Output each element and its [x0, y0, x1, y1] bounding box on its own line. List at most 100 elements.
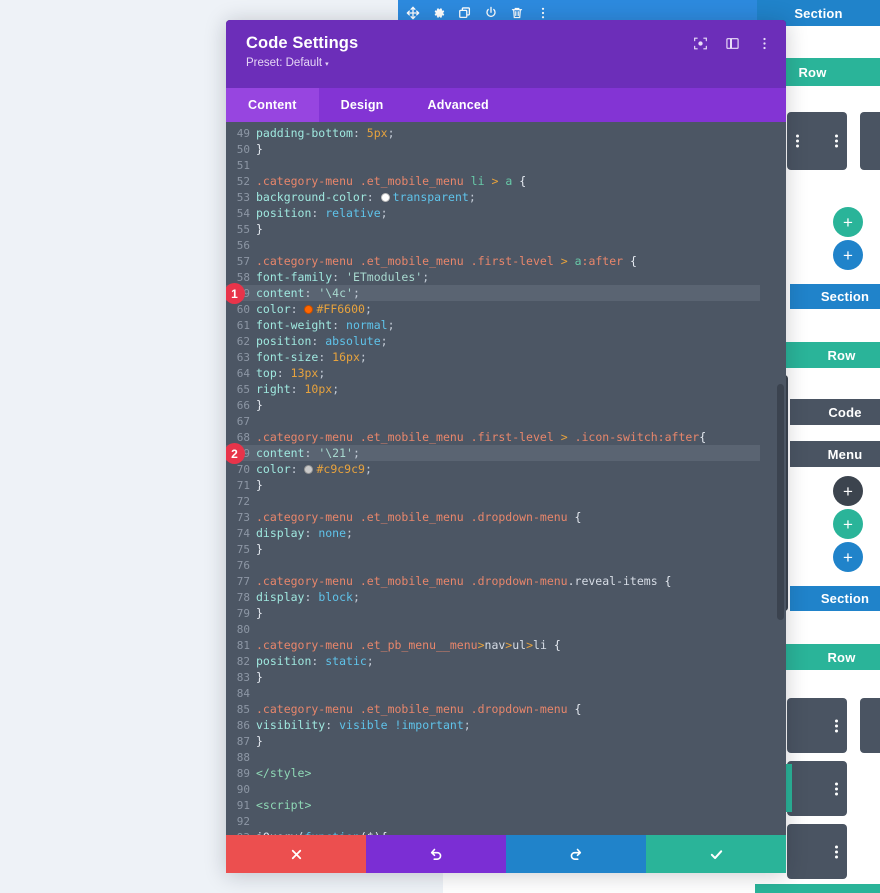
- code-line[interactable]: 83}: [226, 669, 760, 685]
- cancel-button[interactable]: [226, 835, 366, 873]
- code-line[interactable]: 78display: block;: [226, 589, 760, 605]
- add-section-button-1[interactable]: +: [833, 240, 863, 270]
- code-line[interactable]: 63font-size: 16px;: [226, 349, 760, 365]
- code-line[interactable]: 93jQuery(function($){: [226, 829, 760, 835]
- module-block-6[interactable]: [787, 824, 847, 879]
- add-row-button-1[interactable]: +: [833, 207, 863, 237]
- code-lines[interactable]: 49padding-bottom: 5px;50}5152.category-m…: [226, 125, 760, 835]
- add-section-button-2[interactable]: +: [833, 542, 863, 572]
- code-line[interactable]: 49padding-bottom: 5px;: [226, 125, 760, 141]
- module-bar-menu[interactable]: Menu: [790, 441, 880, 467]
- code-line[interactable]: 269content: '\21';: [226, 445, 760, 461]
- code-line[interactable]: 58font-family: 'ETmodules';: [226, 269, 760, 285]
- code-line[interactable]: 71}: [226, 477, 760, 493]
- code-line[interactable]: 81.category-menu .et_pb_menu__menu>nav>u…: [226, 637, 760, 653]
- code-line[interactable]: 91<script>: [226, 797, 760, 813]
- code-settings-modal: Code Settings Preset: Default ▾: [226, 20, 786, 873]
- code-editor-scrollbar[interactable]: [777, 384, 784, 620]
- line-content: font-weight: normal;: [256, 318, 395, 332]
- code-line[interactable]: 84: [226, 685, 760, 701]
- code-line[interactable]: 74display: none;: [226, 525, 760, 541]
- line-number: 52: [226, 174, 256, 190]
- redo-button[interactable]: [506, 835, 646, 873]
- module-bar-code[interactable]: Code: [790, 399, 880, 425]
- code-line[interactable]: 82position: static;: [226, 653, 760, 669]
- module-kebab-icon-e[interactable]: [835, 845, 838, 858]
- line-content: jQuery(function($){: [256, 830, 388, 835]
- power-icon[interactable]: [484, 6, 499, 21]
- line-content: .category-menu .et_mobile_menu .first-le…: [256, 254, 637, 268]
- save-button[interactable]: [646, 835, 786, 873]
- code-line[interactable]: 90: [226, 781, 760, 797]
- preset-label: Preset: Default: [246, 57, 322, 69]
- module-block-3[interactable]: [787, 698, 847, 753]
- row-bar-2[interactable]: Row: [783, 342, 880, 368]
- add-row-button-2[interactable]: +: [833, 509, 863, 539]
- code-line[interactable]: 68.category-menu .et_mobile_menu .first-…: [226, 429, 760, 445]
- code-line[interactable]: 77.category-menu .et_mobile_menu .dropdo…: [226, 573, 760, 589]
- split-view-icon[interactable]: [725, 36, 740, 51]
- code-line[interactable]: 92: [226, 813, 760, 829]
- code-line[interactable]: 52.category-menu .et_mobile_menu li > a …: [226, 173, 760, 189]
- kebab-menu-icon[interactable]: [536, 6, 551, 21]
- module-block-4[interactable]: [860, 698, 880, 753]
- line-number: 64: [226, 366, 256, 382]
- code-line[interactable]: 80: [226, 621, 760, 637]
- line-number: 81: [226, 638, 256, 654]
- duplicate-icon[interactable]: [458, 6, 473, 21]
- tab-content[interactable]: Content: [226, 88, 319, 122]
- undo-button[interactable]: [366, 835, 506, 873]
- code-line[interactable]: 51: [226, 157, 760, 173]
- kebab-menu-icon[interactable]: [757, 36, 772, 51]
- code-line[interactable]: 73.category-menu .et_mobile_menu .dropdo…: [226, 509, 760, 525]
- move-icon[interactable]: [406, 6, 421, 21]
- code-line[interactable]: 70color: #c9c9c9;: [226, 461, 760, 477]
- code-editor[interactable]: 49padding-bottom: 5px;50}5152.category-m…: [226, 122, 786, 835]
- trash-icon[interactable]: [510, 6, 525, 21]
- code-line[interactable]: 60color: #FF6600;: [226, 301, 760, 317]
- code-line[interactable]: 66}: [226, 397, 760, 413]
- expand-icon[interactable]: [693, 36, 708, 51]
- code-line[interactable]: 87}: [226, 733, 760, 749]
- code-line[interactable]: 57.category-menu .et_mobile_menu .first-…: [226, 253, 760, 269]
- code-line[interactable]: 62position: absolute;: [226, 333, 760, 349]
- code-line[interactable]: 54position: relative;: [226, 205, 760, 221]
- code-line[interactable]: 86visibility: visible !important;: [226, 717, 760, 733]
- row-bar-3[interactable]: Row: [783, 644, 880, 670]
- tab-advanced[interactable]: Advanced: [406, 88, 511, 122]
- code-line[interactable]: 75}: [226, 541, 760, 557]
- code-line[interactable]: 55}: [226, 221, 760, 237]
- code-line[interactable]: 65right: 10px;: [226, 381, 760, 397]
- preset-selector[interactable]: Preset: Default ▾: [246, 57, 768, 69]
- code-line[interactable]: 72: [226, 493, 760, 509]
- code-line[interactable]: 159content: '\4c';: [226, 285, 760, 301]
- add-module-button-2[interactable]: +: [833, 476, 863, 506]
- code-line[interactable]: 89</style>: [226, 765, 760, 781]
- code-line[interactable]: 88: [226, 749, 760, 765]
- module-kebab-icon-b[interactable]: [835, 135, 838, 148]
- gear-icon[interactable]: [432, 6, 447, 21]
- code-line[interactable]: 76: [226, 557, 760, 573]
- module-block-2[interactable]: [860, 112, 880, 170]
- code-line[interactable]: 53background-color: transparent;: [226, 189, 760, 205]
- code-line[interactable]: 56: [226, 237, 760, 253]
- code-line[interactable]: 64top: 13px;: [226, 365, 760, 381]
- module-kebab-icon-a[interactable]: [796, 135, 799, 148]
- code-editor-pane[interactable]: 49padding-bottom: 5px;50}5152.category-m…: [226, 122, 760, 835]
- line-content: .category-menu .et_mobile_menu .dropdown…: [256, 574, 671, 588]
- module-block-5[interactable]: [787, 761, 847, 816]
- section-bar-3[interactable]: Section: [790, 586, 880, 611]
- module-kebab-icon-c[interactable]: [835, 719, 838, 732]
- module-block-1[interactable]: [787, 112, 847, 170]
- line-number: 90: [226, 782, 256, 798]
- code-line[interactable]: 85.category-menu .et_mobile_menu .dropdo…: [226, 701, 760, 717]
- tab-design[interactable]: Design: [319, 88, 406, 122]
- line-number: 56: [226, 238, 256, 254]
- code-line[interactable]: 61font-weight: normal;: [226, 317, 760, 333]
- module-kebab-icon-d[interactable]: [835, 782, 838, 795]
- code-line[interactable]: 50}: [226, 141, 760, 157]
- code-line[interactable]: 79}: [226, 605, 760, 621]
- modal-tabs: Content Design Advanced: [226, 88, 786, 122]
- section-bar-2[interactable]: Section: [790, 284, 880, 309]
- code-line[interactable]: 67: [226, 413, 760, 429]
